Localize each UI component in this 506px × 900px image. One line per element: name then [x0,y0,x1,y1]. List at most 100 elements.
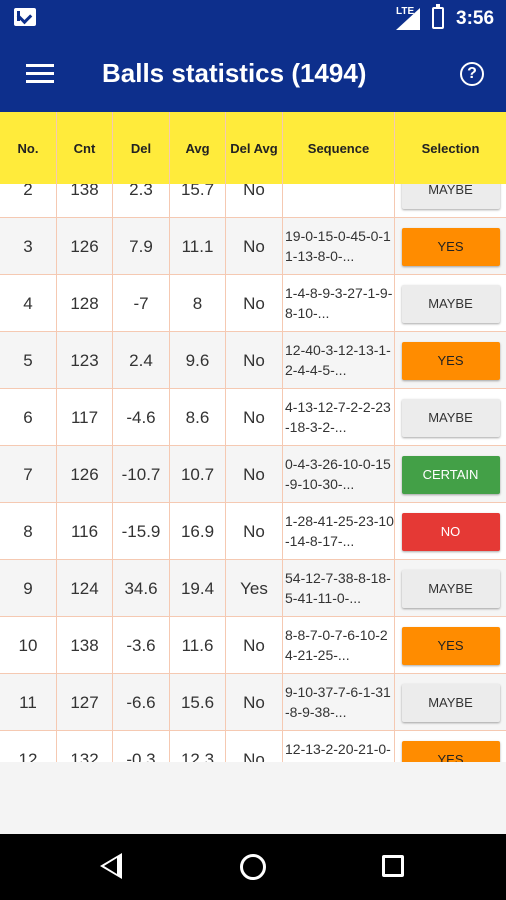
table-row: 21382.315.7No4-49-3-23-7-...MAYBE [0,184,506,218]
table-row: 3 126 7.9 11.1 No 19-0-15-0-45-0-11-13-8-0-..… [0,218,506,275]
selection-button[interactable]: NO [401,512,500,551]
selection-button[interactable]: YES [401,341,500,380]
app-bar: Balls statistics (1494) ? [0,36,506,112]
cell-no: 9 [0,560,57,617]
help-icon[interactable]: ? [460,62,484,86]
status-time: 3:56 [456,8,495,29]
table-row: 4 128 -7 8 No 1-4-8-9-3-27-1-9-8-10-... MAYBE [0,275,506,332]
cell-avg: 11.6 [170,617,226,674]
selection-button[interactable]: YES [401,227,500,266]
cell-avg: 15.6 [170,674,226,731]
column-header-no[interactable]: No. [0,112,57,184]
cell-del: -7 [113,275,170,332]
cell-selection: MAYBE [395,275,506,332]
table-row: 8 116 -15.9 16.9 No 1-28-41-25-23-10-14-8-17-… [0,503,506,560]
table-header: No. Cnt Del Avg Del Avg Sequence Selecti… [0,112,506,184]
cell-del-avg: No [226,389,283,446]
cell-del: -6.6 [113,674,170,731]
cell-avg: 15.7 [170,184,226,218]
table-body: 21382.315.7No4-49-3-23-7-...MAYBE31267.9… [0,184,506,762]
column-header-cnt[interactable]: Cnt [57,112,113,184]
menu-icon[interactable] [26,64,54,84]
cell-del: 34.6 [113,560,170,617]
selection-button[interactable]: MAYBE [401,683,500,722]
cell-del-avg: No [226,332,283,389]
cell-sequence: 12-13-2-20-21-0-6-17-15-1... [283,731,395,762]
cell-avg: 11.1 [170,218,226,275]
cell-sequence: 54-12-7-38-8-18-5-41-11-0-... [283,560,395,617]
cell-selection: NO [395,503,506,560]
column-header-del[interactable]: Del [113,112,170,184]
table-row: 5 123 2.4 9.6 No 12-40-3-12-13-1-2-4-4-5-... Y… [0,332,506,389]
cell-selection: MAYBE [395,674,506,731]
cell-avg: 8 [170,275,226,332]
cell-selection: YES [395,731,506,762]
cell-del-avg: No [226,275,283,332]
cell-del-avg: No [226,674,283,731]
cell-sequence: 12-40-3-12-13-1-2-4-4-5-... [283,332,395,389]
cell-avg: 19.4 [170,560,226,617]
back-icon[interactable] [100,853,122,879]
cell-cnt: 128 [57,275,113,332]
cell-cnt: 126 [57,446,113,503]
cell-no: 4 [0,275,57,332]
network-type: LTE [396,6,415,17]
gmail-icon [14,8,39,26]
cell-avg: 10.7 [170,446,226,503]
cell-del: -3.6 [113,617,170,674]
cell-sequence: 4-13-12-7-2-2-23-18-3-2-... [283,389,395,446]
cell-sequence: 1-4-8-9-3-27-1-9-8-10-... [283,275,395,332]
cell-no: 2 [0,184,57,218]
cell-sequence: 8-8-7-0-7-6-10-24-21-25-... [283,617,395,674]
page-title: Balls statistics (1494) [102,58,367,88]
selection-button[interactable]: YES [401,626,500,665]
recent-apps-icon[interactable] [382,855,404,877]
selection-button[interactable]: MAYBE [401,398,500,437]
cell-del-avg: No [226,184,283,218]
cell-del: 2.3 [113,184,170,218]
cell-del-avg: No [226,617,283,674]
cell-no: 3 [0,218,57,275]
cell-del: -15.9 [113,503,170,560]
cell-cnt: 126 [57,218,113,275]
cell-cnt: 117 [57,389,113,446]
cell-cnt: 127 [57,674,113,731]
cell-selection: YES [395,332,506,389]
selection-button[interactable]: YES [401,740,500,762]
cell-avg: 16.9 [170,503,226,560]
cell-avg: 9.6 [170,332,226,389]
cell-cnt: 123 [57,332,113,389]
cell-cnt: 124 [57,560,113,617]
cell-selection: CERTAIN [395,446,506,503]
cell-cnt: 116 [57,503,113,560]
selection-button[interactable]: MAYBE [401,184,500,209]
table-row: 10 138 -3.6 11.6 No 8-8-7-0-7-6-10-24-21-25-.… [0,617,506,674]
cell-no: 8 [0,503,57,560]
table-row: 9 124 34.6 19.4 Yes 54-12-7-38-8-18-5-41-11-0… [0,560,506,617]
stats-table[interactable]: 21382.315.7No4-49-3-23-7-...MAYBE31267.9… [0,184,506,762]
column-header-avg[interactable]: Avg [170,112,226,184]
cell-sequence: 19-0-15-0-45-0-11-13-8-0-... [283,218,395,275]
home-icon[interactable] [240,854,266,880]
cell-del: 7.9 [113,218,170,275]
cell-selection: YES [395,617,506,674]
cell-del: -10.7 [113,446,170,503]
cell-del: 2.4 [113,332,170,389]
battery-icon [432,4,444,29]
selection-button[interactable]: MAYBE [401,284,500,323]
cell-del-avg: Yes [226,560,283,617]
column-header-del-avg[interactable]: Del Avg [226,112,283,184]
table-row: 11 127 -6.6 15.6 No 9-10-37-7-6-1-31-8-9-38-.… [0,674,506,731]
column-header-sequence[interactable]: Sequence [283,112,395,184]
cell-del: -0.3 [113,731,170,762]
cell-selection: MAYBE [395,560,506,617]
cell-del-avg: No [226,731,283,762]
column-header-selection[interactable]: Selection [395,112,506,184]
cell-sequence: 1-28-41-25-23-10-14-8-17-... [283,503,395,560]
selection-button[interactable]: CERTAIN [401,455,500,494]
selection-button[interactable]: MAYBE [401,569,500,608]
table-row: 6 117 -4.6 8.6 No 4-13-12-7-2-2-23-18-3-2-...… [0,389,506,446]
cell-sequence: 0-4-3-26-10-0-15-9-10-30-... [283,446,395,503]
cell-no: 7 [0,446,57,503]
cell-avg: 12.3 [170,731,226,762]
